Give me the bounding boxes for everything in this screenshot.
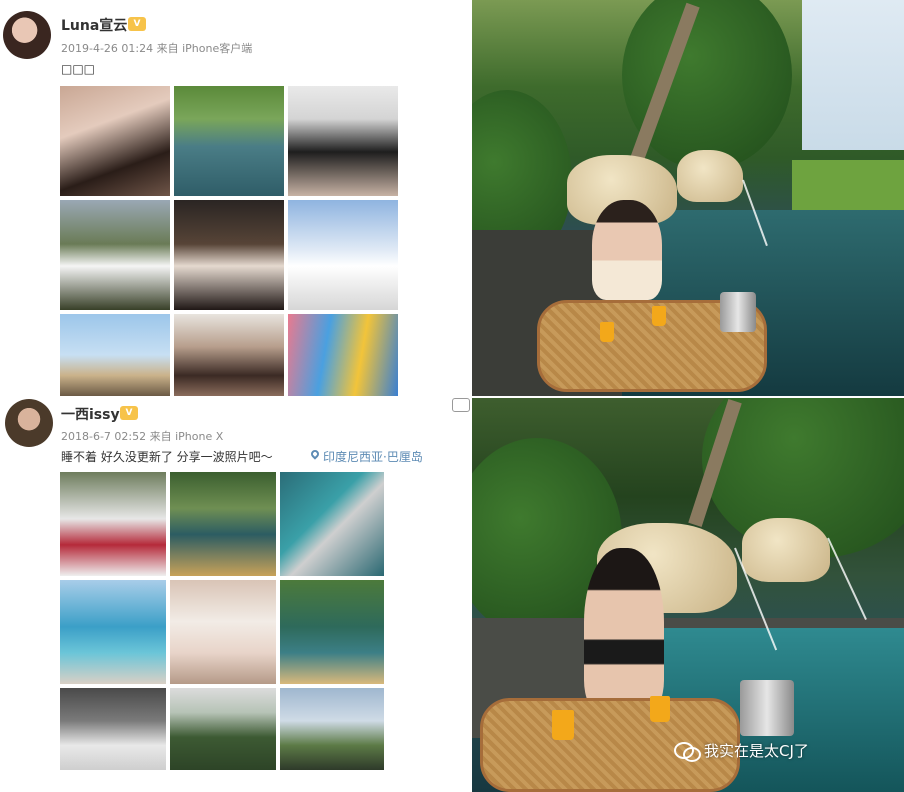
photo-thumbnail[interactable] [60,86,170,196]
ice-bucket [740,680,794,736]
woman [592,200,662,300]
statue [677,150,743,202]
photo-thumbnail[interactable] [60,200,170,310]
photo-thumbnail[interactable] [170,688,276,770]
photo-thumbnail[interactable] [288,200,398,310]
photo-thumbnail[interactable] [280,688,384,770]
orange-juice [652,306,666,326]
post-meta: 2018-6-7 02:52 来自 iPhone X [61,430,224,443]
photo-thumbnail[interactable] [288,86,398,196]
photo-thumbnail[interactable] [60,688,166,770]
expand-icon[interactable] [452,398,470,412]
photo-thumbnail[interactable] [60,580,166,684]
username-luna[interactable]: Luna宣云 [61,15,127,35]
username-issy[interactable]: 一西issy [61,404,120,424]
floating-tray [480,698,740,792]
photo-thumbnail[interactable] [60,314,170,396]
woman [584,548,664,713]
post-text: 睡不着 好久没更新了 分享一波照片吧～ [61,450,273,464]
orange-juice [600,322,614,342]
verified-badge-icon: V [128,17,146,31]
wechat-icon [674,740,701,762]
photo-thumbnail[interactable] [60,472,166,576]
photo-thumbnail[interactable] [280,580,384,684]
large-photo-top[interactable] [472,0,904,396]
statue [742,518,830,582]
photo-thumbnail[interactable] [174,86,284,196]
location-tag[interactable]: 印度尼西亚·巴厘岛 [310,448,423,465]
photo-thumbnail[interactable] [280,472,384,576]
photo-thumbnail[interactable] [170,580,276,684]
photo-thumbnail[interactable] [174,200,284,310]
photo-thumbnail[interactable] [174,314,284,396]
location-pin-icon [310,450,320,462]
large-photo-bottom[interactable]: 我实在是太CJ了 [472,398,904,792]
location-label: 印度尼西亚·巴厘岛 [323,450,423,464]
watermark-text: 我实在是太CJ了 [704,742,809,760]
ice-bucket [720,292,756,332]
orange-juice [650,696,670,722]
post-meta: 2019-4-26 01:24 来自 iPhone客户端 [61,42,253,55]
verified-badge-icon: V [120,406,138,420]
avatar-luna[interactable] [3,11,51,59]
post-text: □□□ [61,62,96,76]
avatar-issy[interactable] [5,399,53,447]
orange-juice [552,710,574,740]
photo-thumbnail[interactable] [170,472,276,576]
sky [802,0,904,150]
photo-thumbnail[interactable] [288,314,398,396]
